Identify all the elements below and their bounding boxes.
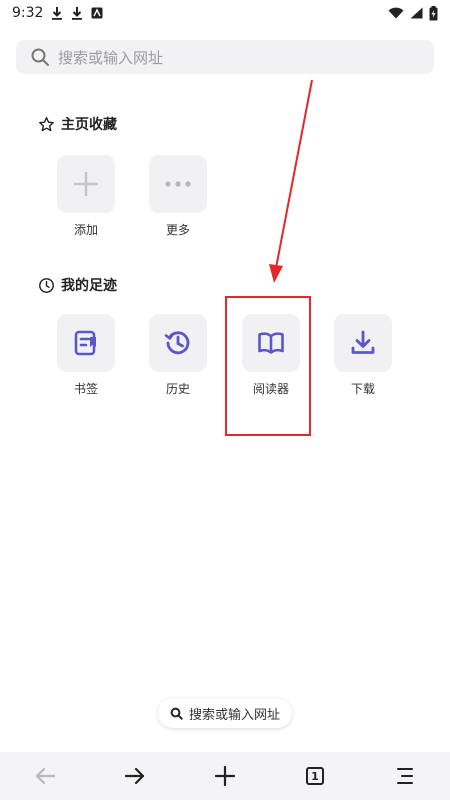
- footprints-header: 我的足迹: [38, 275, 117, 295]
- downloads-tile[interactable]: [334, 314, 392, 372]
- bookmarks-tile[interactable]: [57, 314, 115, 372]
- downloads-label: 下载: [350, 382, 375, 396]
- battery-icon: [429, 5, 438, 20]
- add-label: 添加: [73, 223, 98, 237]
- back-icon: [35, 767, 56, 785]
- status-left: 9:32: [12, 5, 103, 21]
- bookmarks-button[interactable]: 书签: [56, 314, 116, 397]
- bottom-nav: 1: [0, 752, 450, 800]
- status-bar: 9:32: [0, 0, 450, 26]
- bottom-search-label: 搜索或输入网址: [188, 707, 280, 723]
- screen: 9:32 搜索或输入网址 主页收藏 添加 更多 我的足迹 书签 历史 阅读器 下…: [0, 0, 450, 800]
- download-icon: [72, 7, 83, 20]
- history-tile[interactable]: [149, 314, 207, 372]
- menu-button[interactable]: [383, 756, 427, 796]
- search-placeholder: 搜索或输入网址: [58, 48, 164, 67]
- footprints-title: 我的足迹: [61, 278, 117, 294]
- plus-icon: [74, 172, 98, 196]
- status-right: [388, 5, 438, 21]
- status-notifications: [51, 6, 103, 20]
- tab-count-value: 1: [311, 769, 319, 783]
- add-tile[interactable]: [57, 155, 115, 213]
- favorites-title: 主页收藏: [61, 117, 117, 133]
- favorites-header: 主页收藏: [38, 114, 117, 134]
- add-favorite-button[interactable]: 添加: [56, 155, 116, 238]
- signal-icon: [410, 7, 423, 19]
- search-icon: [170, 707, 183, 720]
- bottom-search-button[interactable]: 搜索或输入网址: [158, 698, 292, 728]
- download-icon: [52, 7, 63, 20]
- tabs-icon: 1: [306, 767, 324, 785]
- back-button[interactable]: [23, 756, 67, 796]
- download-icon: [351, 330, 375, 354]
- menu-icon: [397, 768, 413, 784]
- search-icon: [30, 47, 50, 67]
- app-icon: [91, 7, 103, 19]
- history-icon: [164, 331, 190, 355]
- bookmark-icon: [74, 330, 96, 356]
- more-label: 更多: [165, 223, 190, 237]
- more-tile[interactable]: [149, 155, 207, 213]
- search-input[interactable]: 搜索或输入网址: [16, 40, 434, 74]
- status-time: 9:32: [12, 5, 44, 21]
- downloads-button[interactable]: 下载: [333, 314, 393, 397]
- bookmarks-label: 书签: [73, 382, 98, 396]
- new-tab-button[interactable]: [203, 756, 247, 796]
- tabs-button[interactable]: 1: [293, 756, 337, 796]
- new-tab-icon: [214, 765, 236, 787]
- clock-icon: [39, 277, 54, 293]
- forward-button[interactable]: [113, 756, 157, 796]
- history-label: 历史: [165, 382, 190, 396]
- wifi-icon: [388, 7, 404, 19]
- history-button[interactable]: 历史: [148, 314, 208, 397]
- star-icon: [39, 116, 54, 131]
- more-favorites-button[interactable]: 更多: [148, 155, 208, 238]
- forward-icon: [124, 767, 145, 785]
- more-icon: [165, 181, 191, 187]
- highlight-box: [225, 296, 311, 436]
